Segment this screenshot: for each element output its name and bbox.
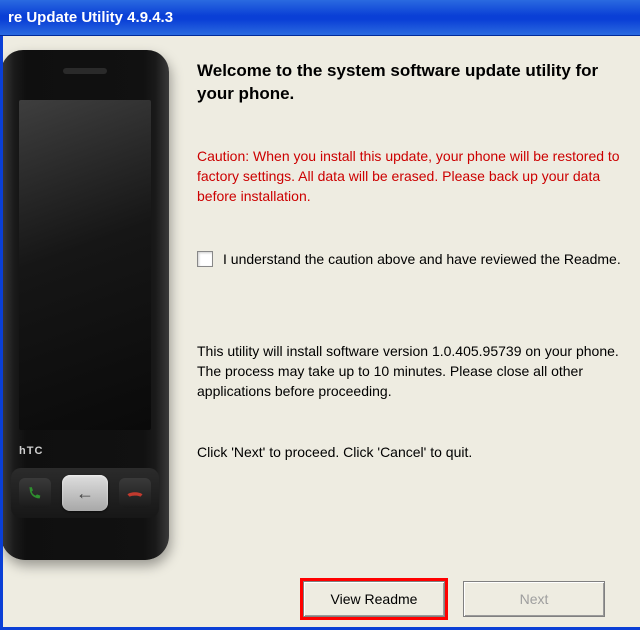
end-call-icon	[119, 478, 151, 508]
wizard-heading: Welcome to the system software update ut…	[197, 60, 634, 106]
acknowledge-row: I understand the caution above and have …	[197, 251, 634, 267]
acknowledge-label: I understand the caution above and have …	[223, 251, 621, 267]
install-info: This utility will install software versi…	[197, 341, 634, 402]
window-title: re Update Utility 4.9.4.3	[8, 9, 173, 26]
navigation-hint: Click 'Next' to proceed. Click 'Cancel' …	[197, 444, 634, 460]
call-icon	[19, 478, 51, 508]
titlebar[interactable]: re Update Utility 4.9.4.3	[0, 0, 640, 36]
window: re Update Utility 4.9.4.3 hTC ←	[0, 0, 640, 640]
content-area: hTC ← Welcome to the system software upd…	[0, 36, 640, 630]
back-button-icon: ←	[62, 475, 108, 511]
next-label: Next	[520, 591, 549, 607]
arrow-left-icon: ←	[76, 484, 94, 502]
phone-earpiece	[63, 68, 107, 74]
phone-brand-label: hTC	[19, 445, 43, 457]
sidebar-image: hTC ←	[3, 36, 183, 627]
caution-text: Caution: When you install this update, y…	[197, 146, 634, 207]
acknowledge-checkbox[interactable]	[197, 251, 213, 267]
button-row: View Readme Next	[303, 581, 605, 617]
next-button: Next	[463, 581, 605, 617]
phone-screen	[19, 100, 151, 430]
view-readme-button[interactable]: View Readme	[303, 581, 445, 617]
main-panel: Welcome to the system software update ut…	[183, 36, 640, 627]
phone-button-row: ←	[11, 468, 159, 518]
view-readme-label: View Readme	[331, 591, 418, 607]
phone-illustration: hTC ←	[1, 50, 169, 560]
